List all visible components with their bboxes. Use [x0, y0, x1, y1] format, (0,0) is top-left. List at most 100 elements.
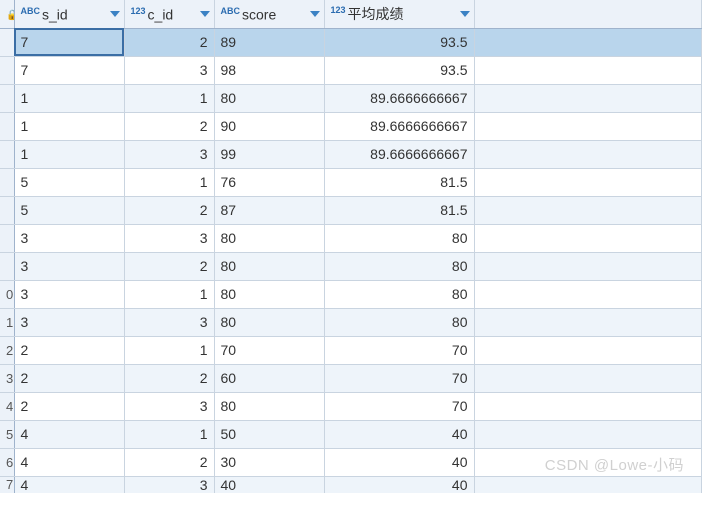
cell-score[interactable]: 80: [214, 392, 324, 420]
rownum-cell[interactable]: 7: [0, 476, 14, 493]
cell-s_id[interactable]: 7: [14, 56, 124, 84]
cell-c_id[interactable]: 3: [124, 392, 214, 420]
cell-avg[interactable]: 70: [324, 392, 474, 420]
cell-score[interactable]: 98: [214, 56, 324, 84]
cell-s_id[interactable]: 3: [14, 224, 124, 252]
cell-s_id[interactable]: 2: [14, 364, 124, 392]
table-row[interactable]: 2217070: [0, 336, 702, 364]
cell-avg[interactable]: 81.5: [324, 196, 474, 224]
cell-avg[interactable]: 89.6666666667: [324, 140, 474, 168]
table-row[interactable]: 1338080: [0, 308, 702, 336]
table-row[interactable]: 338080: [0, 224, 702, 252]
cell-avg[interactable]: 40: [324, 420, 474, 448]
table-row[interactable]: 7434040: [0, 476, 702, 493]
rownum-cell[interactable]: [0, 196, 14, 224]
cell-score[interactable]: 80: [214, 252, 324, 280]
table-row[interactable]: 129089.6666666667: [0, 112, 702, 140]
cell-c_id[interactable]: 3: [124, 224, 214, 252]
rownum-cell[interactable]: [0, 252, 14, 280]
cell-c_id[interactable]: 2: [124, 252, 214, 280]
cell-empty[interactable]: [474, 168, 702, 196]
rownum-cell[interactable]: [0, 112, 14, 140]
cell-s_id[interactable]: 2: [14, 336, 124, 364]
cell-empty[interactable]: [474, 56, 702, 84]
cell-score[interactable]: 50: [214, 420, 324, 448]
cell-s_id[interactable]: 1: [14, 140, 124, 168]
table-row[interactable]: 4238070: [0, 392, 702, 420]
cell-s_id[interactable]: 4: [14, 448, 124, 476]
cell-s_id[interactable]: 5: [14, 168, 124, 196]
cell-avg[interactable]: 80: [324, 252, 474, 280]
cell-avg[interactable]: 70: [324, 364, 474, 392]
cell-c_id[interactable]: 1: [124, 84, 214, 112]
cell-score[interactable]: 80: [214, 84, 324, 112]
cell-score[interactable]: 70: [214, 336, 324, 364]
table-row[interactable]: 739893.5: [0, 56, 702, 84]
table-row[interactable]: 3226070: [0, 364, 702, 392]
cell-avg[interactable]: 80: [324, 308, 474, 336]
cell-c_id[interactable]: 2: [124, 448, 214, 476]
cell-s_id[interactable]: 4: [14, 420, 124, 448]
header-avg[interactable]: 123平均成绩: [324, 0, 474, 28]
cell-s_id[interactable]: 7: [14, 28, 124, 56]
table-row[interactable]: 328080: [0, 252, 702, 280]
rownum-cell[interactable]: 1: [0, 308, 14, 336]
cell-empty[interactable]: [474, 448, 702, 476]
cell-empty[interactable]: [474, 420, 702, 448]
cell-avg[interactable]: 93.5: [324, 56, 474, 84]
cell-score[interactable]: 80: [214, 224, 324, 252]
rownum-cell[interactable]: [0, 140, 14, 168]
cell-c_id[interactable]: 1: [124, 336, 214, 364]
cell-avg[interactable]: 89.6666666667: [324, 84, 474, 112]
rownum-cell[interactable]: [0, 28, 14, 56]
cell-c_id[interactable]: 3: [124, 308, 214, 336]
table-row[interactable]: 0318080: [0, 280, 702, 308]
cell-empty[interactable]: [474, 336, 702, 364]
cell-c_id[interactable]: 1: [124, 280, 214, 308]
cell-empty[interactable]: [474, 84, 702, 112]
table-row[interactable]: 517681.5: [0, 168, 702, 196]
cell-score[interactable]: 40: [214, 476, 324, 493]
cell-avg[interactable]: 70: [324, 336, 474, 364]
cell-empty[interactable]: [474, 308, 702, 336]
cell-c_id[interactable]: 2: [124, 196, 214, 224]
cell-avg[interactable]: 81.5: [324, 168, 474, 196]
rownum-cell[interactable]: [0, 224, 14, 252]
cell-score[interactable]: 30: [214, 448, 324, 476]
table-row[interactable]: 139989.6666666667: [0, 140, 702, 168]
cell-empty[interactable]: [474, 252, 702, 280]
cell-c_id[interactable]: 2: [124, 364, 214, 392]
cell-empty[interactable]: [474, 364, 702, 392]
cell-score[interactable]: 99: [214, 140, 324, 168]
cell-score[interactable]: 87: [214, 196, 324, 224]
cell-score[interactable]: 80: [214, 280, 324, 308]
cell-s_id[interactable]: 3: [14, 280, 124, 308]
cell-s_id[interactable]: 3: [14, 308, 124, 336]
cell-avg[interactable]: 40: [324, 448, 474, 476]
rownum-cell[interactable]: [0, 168, 14, 196]
sort-arrow-icon[interactable]: [460, 11, 470, 17]
rownum-cell[interactable]: [0, 56, 14, 84]
cell-score[interactable]: 90: [214, 112, 324, 140]
cell-c_id[interactable]: 3: [124, 140, 214, 168]
cell-avg[interactable]: 80: [324, 224, 474, 252]
header-c_id[interactable]: 123c_id: [124, 0, 214, 28]
cell-avg[interactable]: 40: [324, 476, 474, 493]
cell-empty[interactable]: [474, 392, 702, 420]
table-row[interactable]: 6423040: [0, 448, 702, 476]
rownum-cell[interactable]: 2: [0, 336, 14, 364]
cell-score[interactable]: 89: [214, 28, 324, 56]
header-score[interactable]: ABCscore: [214, 0, 324, 28]
rownum-cell[interactable]: 5: [0, 420, 14, 448]
cell-avg[interactable]: 93.5: [324, 28, 474, 56]
cell-c_id[interactable]: 2: [124, 28, 214, 56]
table-row[interactable]: 118089.6666666667: [0, 84, 702, 112]
rownum-cell[interactable]: 0: [0, 280, 14, 308]
rownum-cell[interactable]: 6: [0, 448, 14, 476]
cell-avg[interactable]: 80: [324, 280, 474, 308]
cell-c_id[interactable]: 1: [124, 168, 214, 196]
cell-c_id[interactable]: 3: [124, 476, 214, 493]
cell-s_id[interactable]: 1: [14, 112, 124, 140]
sort-arrow-icon[interactable]: [200, 11, 210, 17]
cell-score[interactable]: 60: [214, 364, 324, 392]
